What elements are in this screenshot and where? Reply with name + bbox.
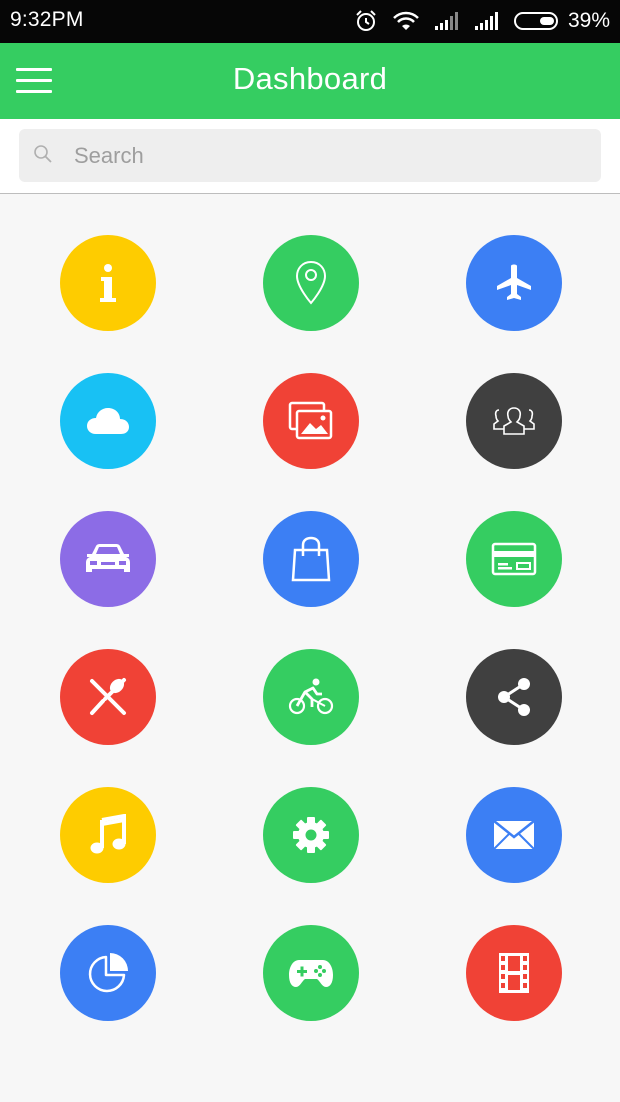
tile-restaurant[interactable] bbox=[60, 649, 156, 745]
group-icon bbox=[492, 407, 535, 435]
tile-share[interactable] bbox=[465, 649, 562, 745]
tile-photos[interactable] bbox=[262, 373, 359, 469]
tile-flights[interactable] bbox=[465, 235, 562, 331]
pie-chart-icon bbox=[88, 953, 128, 993]
tile-car[interactable] bbox=[60, 511, 156, 607]
page-title: Dashboard bbox=[232, 61, 388, 96]
tile-payments[interactable] bbox=[465, 511, 562, 607]
status-time: 9:32PM bbox=[10, 8, 84, 31]
location-pin-icon bbox=[295, 260, 326, 305]
battery: 39% bbox=[513, 9, 610, 33]
search-input[interactable] bbox=[74, 129, 594, 182]
tile-cloud[interactable] bbox=[60, 373, 156, 469]
credit-card-icon bbox=[491, 542, 536, 576]
tile-mail[interactable] bbox=[465, 787, 562, 883]
airplane-icon bbox=[496, 264, 531, 300]
car-icon bbox=[86, 544, 130, 572]
film-icon bbox=[498, 953, 529, 993]
status-bar: 9:32PM 39% bbox=[0, 0, 620, 43]
settings-icon bbox=[292, 817, 329, 853]
app-bar: Dashboard bbox=[0, 43, 620, 119]
signal-icon bbox=[434, 12, 458, 30]
cloud-icon bbox=[87, 408, 129, 434]
info-icon bbox=[100, 264, 116, 302]
wifi-icon bbox=[393, 11, 419, 30]
search-box[interactable] bbox=[19, 129, 601, 182]
tile-reports[interactable] bbox=[60, 925, 156, 1021]
search-icon bbox=[34, 145, 52, 163]
tile-cycling[interactable] bbox=[262, 649, 359, 745]
alarm-icon bbox=[356, 10, 376, 31]
battery-percent: 39% bbox=[567, 9, 610, 32]
cycling-icon bbox=[288, 678, 333, 715]
status-icons: 39% bbox=[354, 6, 610, 36]
gamepad-icon bbox=[288, 960, 333, 987]
tile-movies[interactable] bbox=[465, 925, 562, 1021]
tile-music[interactable] bbox=[60, 787, 156, 883]
signal-icon bbox=[474, 12, 498, 30]
photos-icon bbox=[288, 401, 332, 440]
tile-settings[interactable] bbox=[262, 787, 359, 883]
restaurant-icon bbox=[90, 678, 126, 715]
search-area bbox=[0, 119, 620, 194]
tile-games[interactable] bbox=[262, 925, 359, 1021]
share-icon bbox=[497, 678, 530, 716]
mail-icon bbox=[492, 820, 535, 850]
shopping-bag-icon bbox=[291, 536, 330, 582]
tile-location[interactable] bbox=[262, 235, 359, 331]
tile-info[interactable] bbox=[60, 235, 156, 331]
dashboard-grid bbox=[0, 235, 620, 1063]
tile-shopping[interactable] bbox=[262, 511, 359, 607]
battery-icon bbox=[513, 12, 558, 30]
tile-group[interactable] bbox=[465, 373, 562, 469]
music-icon bbox=[90, 814, 126, 854]
